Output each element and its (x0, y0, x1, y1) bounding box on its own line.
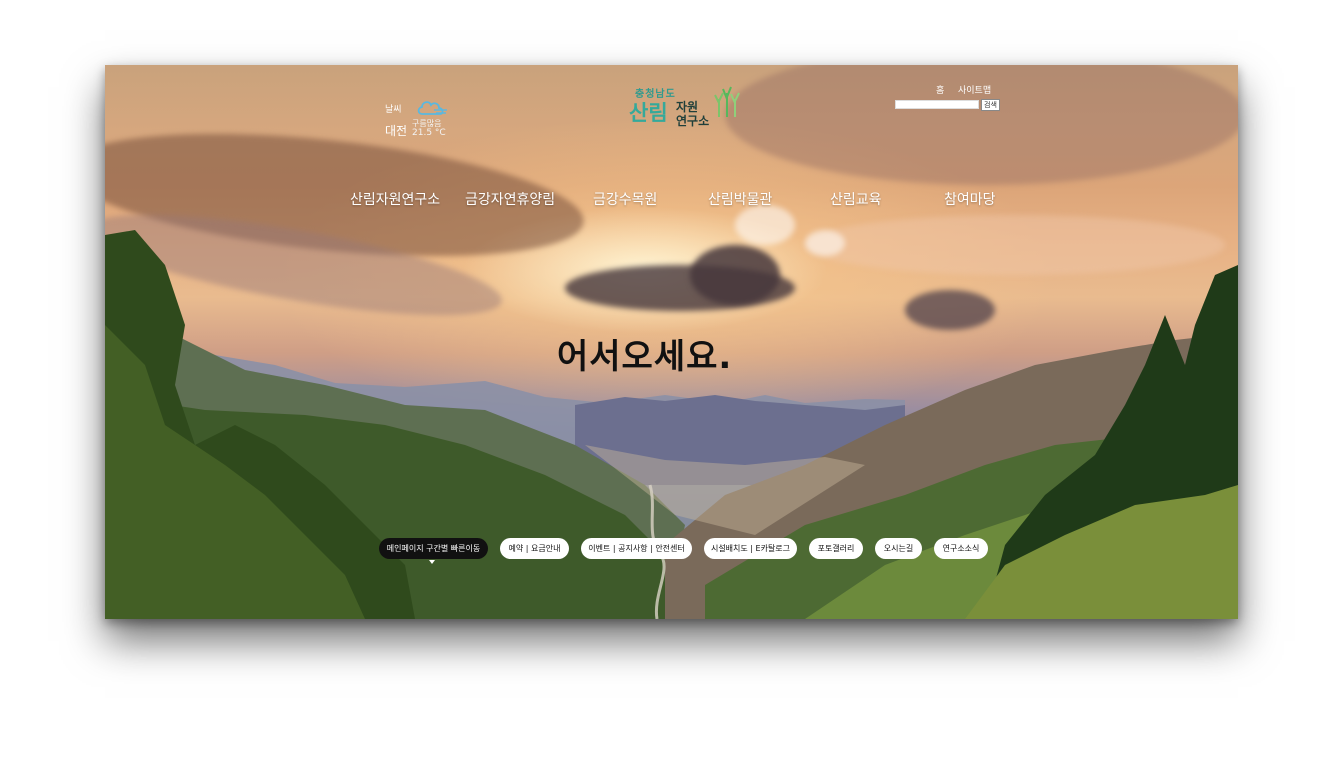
nav-item-community[interactable]: 참여마당 (944, 189, 996, 209)
nav-item-museum[interactable]: 산림박물관 (708, 189, 772, 209)
quick-link-news[interactable]: 연구소소식 (934, 538, 988, 559)
quick-link-reservation[interactable]: 예약 | 요금안내 (500, 538, 569, 559)
cloud-icon (417, 101, 447, 115)
nav-item-institute[interactable]: 산림자원연구소 (350, 189, 440, 209)
active-indicator-arrow (429, 560, 435, 564)
logo-name-big: 산림 (629, 101, 668, 125)
weather-label: 날씨 (385, 105, 402, 115)
weather-temperature: 21.5 °C (412, 128, 446, 138)
nav-item-education[interactable]: 산림교육 (830, 189, 882, 209)
weather-city: 대전 (385, 124, 408, 138)
search-button[interactable]: 검색 (981, 99, 1000, 111)
logo-name-line2: 연구소 (676, 114, 710, 128)
home-link[interactable]: 홈 (936, 83, 944, 96)
quick-link-directions[interactable]: 오시는길 (875, 538, 922, 559)
quick-link-facility-map[interactable]: 시설배치도 | E카탈로그 (704, 538, 797, 559)
hero-frame: 날씨 대전 구름많음 21.5 °C 충청남도 산림 자원 연구소 홈 사이트맵… (105, 65, 1238, 619)
quick-link-main-sections[interactable]: 메인페이지 구간별 빠른이동 (379, 538, 488, 559)
main-nav: 산림자원연구소 금강자연휴양림 금강수목원 산림박물관 산림교육 참여마당 (350, 189, 1000, 209)
welcome-heading: 어서오세요. (557, 337, 733, 377)
tree-icon (714, 86, 740, 117)
quick-links-bar: 메인페이지 구간별 빠른이동 예약 | 요금안내 이벤트 | 공지사항 | 안전… (379, 538, 999, 564)
sitemap-link[interactable]: 사이트맵 (958, 83, 991, 96)
search-input[interactable] (895, 100, 979, 109)
quick-link-events[interactable]: 이벤트 | 공지사항 | 안전센터 (581, 538, 692, 559)
nav-item-forest-resort[interactable]: 금강자연휴양림 (465, 189, 555, 209)
site-logo[interactable]: 충청남도 산림 자원 연구소 (629, 85, 740, 129)
nav-item-arboretum[interactable]: 금강수목원 (593, 189, 657, 209)
quick-link-photo-gallery[interactable]: 포토갤러리 (809, 538, 863, 559)
